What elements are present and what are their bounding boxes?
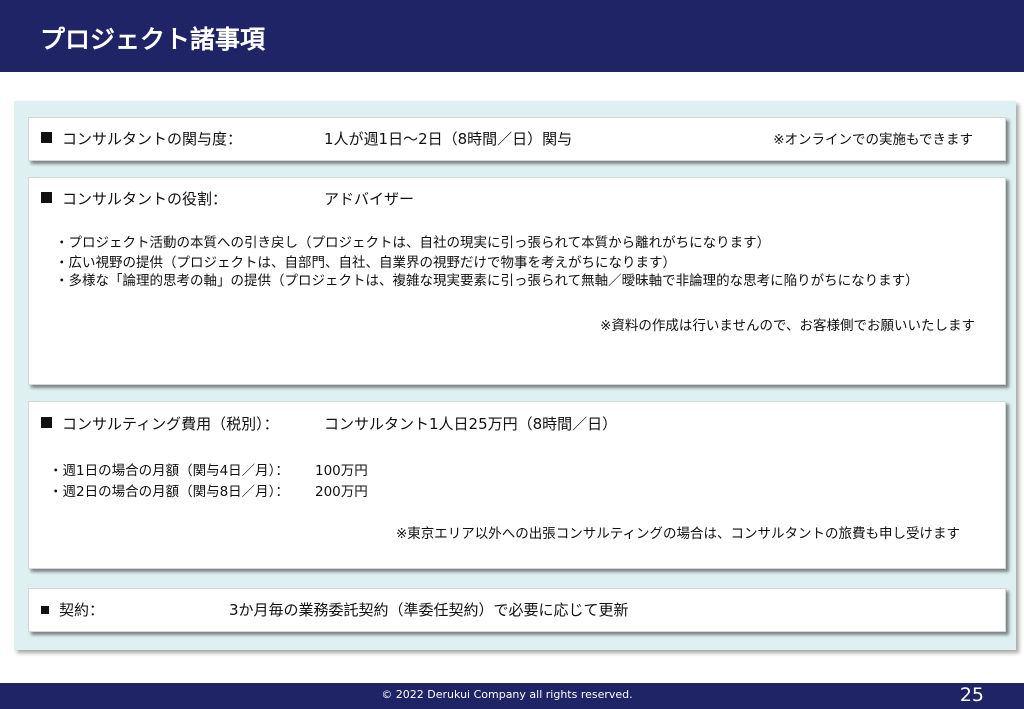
role-note: ※資料の作成は行いませんので、お客様側でお願いいたします: [600, 318, 975, 334]
involvement-label: コンサルタントの関与度：: [62, 130, 243, 148]
fee-line-2-label: ・週2日の場合の月額（関与8日／月）：: [49, 484, 289, 500]
footer-bar: © 2022 Derukui Company all rights reserv…: [0, 683, 1024, 709]
square-bullet-icon: [41, 192, 52, 203]
involvement-box: コンサルタントの関与度： 1人が週1日～2日（8時間／日）関与 ※オンラインでの…: [28, 117, 1006, 161]
copyright-text: © 2022 Derukui Company all rights reserv…: [381, 688, 633, 701]
fee-note: ※東京エリア以外への出張コンサルティングの場合は、コンサルタントの旅費も申し受け…: [395, 526, 960, 542]
square-bullet-icon: [41, 417, 52, 428]
fee-value: コンサルタント1人日25万円（8時間／日）: [324, 415, 618, 433]
contract-label-row: 契約：: [41, 600, 104, 620]
fee-label: コンサルティング費用（税別）：: [62, 415, 279, 433]
square-bullet-icon: [41, 132, 52, 143]
contract-label: 契約：: [59, 601, 105, 619]
slide-title: プロジェクト諸事項: [40, 25, 266, 54]
square-bullet-icon: [41, 606, 49, 614]
involvement-note: ※オンラインでの実施もできます: [773, 132, 973, 148]
role-value: アドバイザー: [324, 190, 415, 208]
role-bullet-1: ・プロジェクト活動の本質への引き戻し（プロジェクトは、自社の現実に引っ張られて本…: [55, 235, 771, 251]
role-label: コンサルタントの役割：: [62, 190, 228, 208]
fee-box: コンサルティング費用（税別）： コンサルタント1人日25万円（8時間／日） ・週…: [28, 401, 1006, 569]
role-bullet-2: ・広い視野の提供（プロジェクトは、自部門、自社、自業界の視野だけで物事を考えがち…: [55, 255, 676, 271]
fee-line-1-amount: 100万円: [315, 463, 368, 479]
role-box: コンサルタントの役割： アドバイザー ・プロジェクト活動の本質への引き戻し（プロ…: [28, 177, 1006, 385]
fee-line-2-amount: 200万円: [315, 484, 368, 500]
contract-box: 契約： 3か月毎の業務委託契約（準委任契約）で必要に応じて更新: [28, 588, 1006, 632]
role-bullet-3: ・多様な「論理的思考の軸」の提供（プロジェクトは、複雑な現実要素に引っ張られて無…: [55, 273, 919, 289]
title-bar: プロジェクト諸事項: [0, 0, 1024, 72]
page-number: 25: [959, 684, 984, 706]
involvement-label-row: コンサルタントの関与度：: [41, 129, 242, 149]
fee-label-row: コンサルティング費用（税別）：: [41, 414, 279, 434]
role-label-row: コンサルタントの役割：: [41, 189, 227, 209]
involvement-value: 1人が週1日～2日（8時間／日）関与: [324, 130, 573, 148]
fee-line-1-label: ・週1日の場合の月額（関与4日／月）：: [49, 463, 289, 479]
contract-value: 3か月毎の業務委託契約（準委任契約）で必要に応じて更新: [229, 601, 629, 619]
